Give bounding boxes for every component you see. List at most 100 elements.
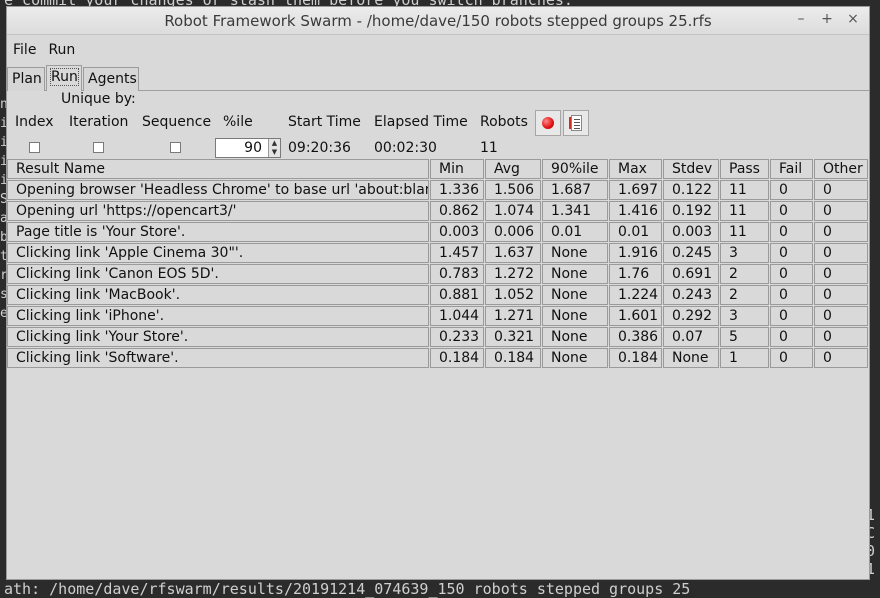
spin-up-icon[interactable]: ▲ [269,139,280,148]
title-bar[interactable]: Robot Framework Swarm - /home/dave/150 r… [7,7,869,35]
tab-bar: Plan Run Agents [7,65,869,91]
cell-result-name: Clicking link 'Apple Cinema 30"'. [7,243,429,263]
spin-buttons[interactable]: ▲ ▼ [268,139,280,157]
iteration-checkbox[interactable] [93,142,104,153]
cell-avg: 1.052 [485,285,541,305]
cell-max: 1.601 [609,306,662,326]
cell-90ile: None [542,327,608,347]
cell-pass: 2 [720,285,769,305]
cell-avg: 1.637 [485,243,541,263]
cell-max: 1.416 [609,201,662,221]
stop-button[interactable] [535,110,561,136]
start-time-label: Start Time [288,114,361,130]
cell-result-name: Clicking link 'Your Store'. [7,327,429,347]
cell-stdev: 0.192 [663,201,719,221]
header-min[interactable]: Min [430,159,484,179]
window-controls: – + × [795,11,859,27]
elapsed-time-value: 00:02:30 [374,140,437,156]
tab-agents[interactable]: Agents [83,67,139,91]
header-other[interactable]: Other [814,159,868,179]
cell-stdev: 0.691 [663,264,719,284]
cell-fail: 0 [770,285,813,305]
cell-pass: 11 [720,222,769,242]
cell-stdev: 0.003 [663,222,719,242]
cell-other: 0 [814,264,868,284]
cell-min: 0.003 [430,222,484,242]
cell-avg: 0.184 [485,348,541,368]
header-max[interactable]: Max [609,159,662,179]
cell-result-name: Page title is 'Your Store'. [7,222,429,242]
robots-value: 11 [480,140,498,156]
index-checkbox[interactable] [29,142,40,153]
menu-run[interactable]: Run [42,42,81,58]
cell-other: 0 [814,327,868,347]
cell-fail: 0 [770,327,813,347]
terminal-bottom-line: ath: /home/dave/rfswarm/results/20191214… [4,580,691,598]
tab-run[interactable]: Run [46,65,82,91]
header-avg[interactable]: Avg [485,159,541,179]
tab-label: Agents [88,71,137,87]
cell-pass: 2 [720,264,769,284]
index-label: Index [15,114,54,130]
cell-90ile: 1.687 [542,180,608,200]
cell-other: 0 [814,222,868,242]
cell-pass: 3 [720,306,769,326]
cell-max: 1.224 [609,285,662,305]
cell-avg: 1.506 [485,180,541,200]
cell-max: 1.76 [609,264,662,284]
cell-90ile: None [542,306,608,326]
cell-avg: 0.321 [485,327,541,347]
cell-min: 1.044 [430,306,484,326]
cell-min: 1.336 [430,180,484,200]
cell-avg: 1.272 [485,264,541,284]
cell-other: 0 [814,348,868,368]
cell-90ile: 0.01 [542,222,608,242]
cell-pass: 3 [720,243,769,263]
cell-result-name: Opening browser 'Headless Chrome' to bas… [7,180,429,200]
menu-file[interactable]: File [7,42,42,58]
sequence-checkbox[interactable] [170,142,181,153]
app-window: Robot Framework Swarm - /home/dave/150 r… [6,6,870,580]
stop-icon [542,117,554,129]
cell-avg: 1.074 [485,201,541,221]
cell-90ile: None [542,264,608,284]
tab-plan[interactable]: Plan [7,67,45,91]
cell-90ile: None [542,285,608,305]
cell-min: 1.457 [430,243,484,263]
percentile-spinbox[interactable]: 90 ▲ ▼ [215,138,281,158]
tab-label: Run [50,68,79,86]
cell-stdev: 0.07 [663,327,719,347]
tab-label: Plan [12,71,42,87]
header-90ile[interactable]: 90%ile [542,159,608,179]
cell-max: 0.01 [609,222,662,242]
cell-avg: 1.271 [485,306,541,326]
cell-stdev: 0.245 [663,243,719,263]
percentile-label: %ile [223,114,253,130]
cell-stdev: 0.243 [663,285,719,305]
cell-result-name: Clicking link 'MacBook'. [7,285,429,305]
cell-90ile: None [542,348,608,368]
cell-result-name: Opening url 'https://opencart3/' [7,201,429,221]
cell-other: 0 [814,306,868,326]
cell-90ile: 1.341 [542,201,608,221]
percentile-value: 90 [244,140,262,156]
minimize-icon[interactable]: – [795,11,807,27]
cell-other: 0 [814,201,868,221]
unique-by-label: Unique by: [61,91,136,107]
header-result-name[interactable]: Result Name [7,159,429,179]
cell-stdev: 0.292 [663,306,719,326]
cell-max: 1.697 [609,180,662,200]
header-stdev[interactable]: Stdev [663,159,719,179]
header-pass[interactable]: Pass [720,159,769,179]
iteration-label: Iteration [69,114,129,130]
header-fail[interactable]: Fail [770,159,813,179]
close-icon[interactable]: × [847,11,859,27]
window-title: Robot Framework Swarm - /home/dave/150 r… [164,11,712,30]
spin-down-icon[interactable]: ▼ [269,148,280,157]
cell-other: 0 [814,243,868,263]
sequence-label: Sequence [142,114,212,130]
menu-bar: File Run [7,36,869,64]
report-button[interactable] [563,110,589,136]
cell-stdev: None [663,348,719,368]
maximize-icon[interactable]: + [821,11,833,27]
